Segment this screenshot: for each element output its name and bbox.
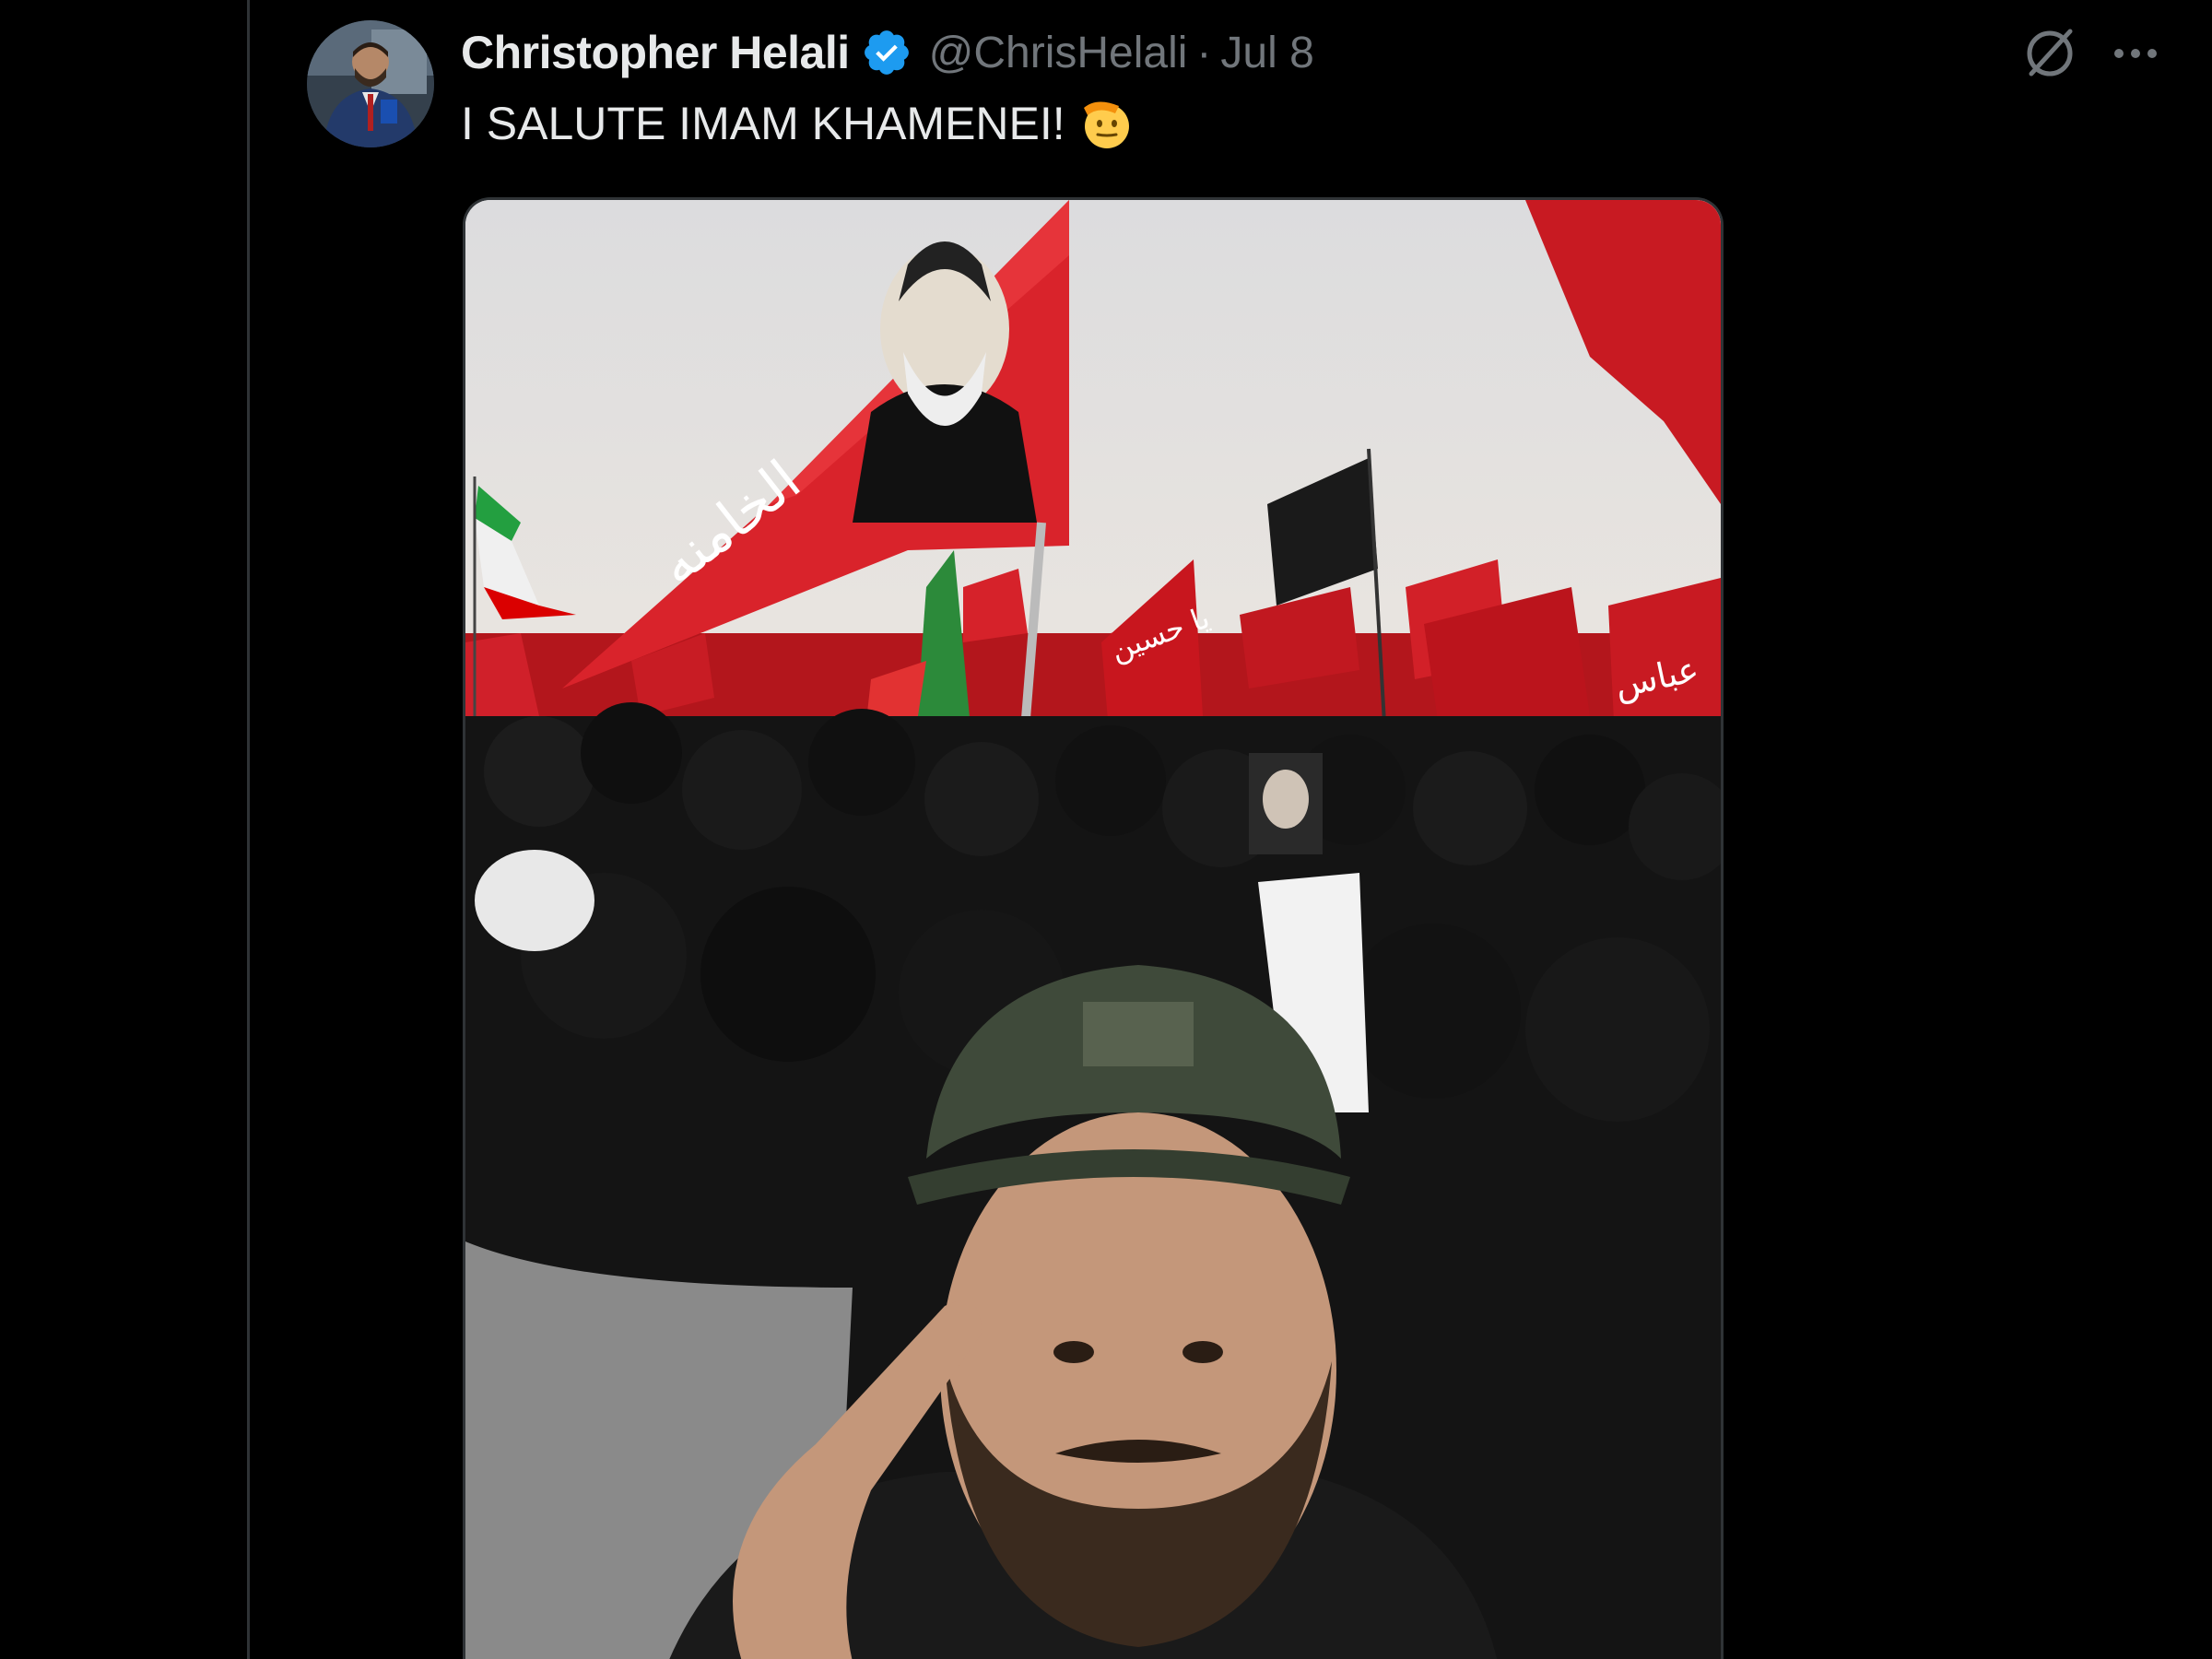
- verified-badge-icon[interactable]: [861, 27, 912, 78]
- author-name[interactable]: Christopher Helali: [461, 26, 850, 79]
- tweet[interactable]: Christopher Helali @ChrisHelali · Jul 8 …: [250, 0, 2212, 1659]
- more-options-icon[interactable]: [2104, 22, 2167, 85]
- separator-dot: ·: [1196, 28, 1212, 77]
- tweet-date[interactable]: Jul 8: [1220, 28, 1313, 78]
- tweet-text-content: I SALUTE IMAM KHAMENEI!: [461, 98, 1065, 149]
- avatar[interactable]: [307, 20, 434, 147]
- author-handle[interactable]: @ChrisHelali: [929, 28, 1188, 78]
- tweet-photo[interactable]: الخامنه يا حسين عباس: [463, 197, 1724, 1659]
- saluting-face-icon: [1078, 95, 1135, 152]
- tweet-text: I SALUTE IMAM KHAMENEI!: [461, 95, 1135, 152]
- page: Christopher Helali @ChrisHelali · Jul 8 …: [0, 0, 2212, 1659]
- tweet-header: Christopher Helali @ChrisHelali · Jul 8: [461, 20, 1314, 85]
- grok-icon[interactable]: [2018, 22, 2081, 85]
